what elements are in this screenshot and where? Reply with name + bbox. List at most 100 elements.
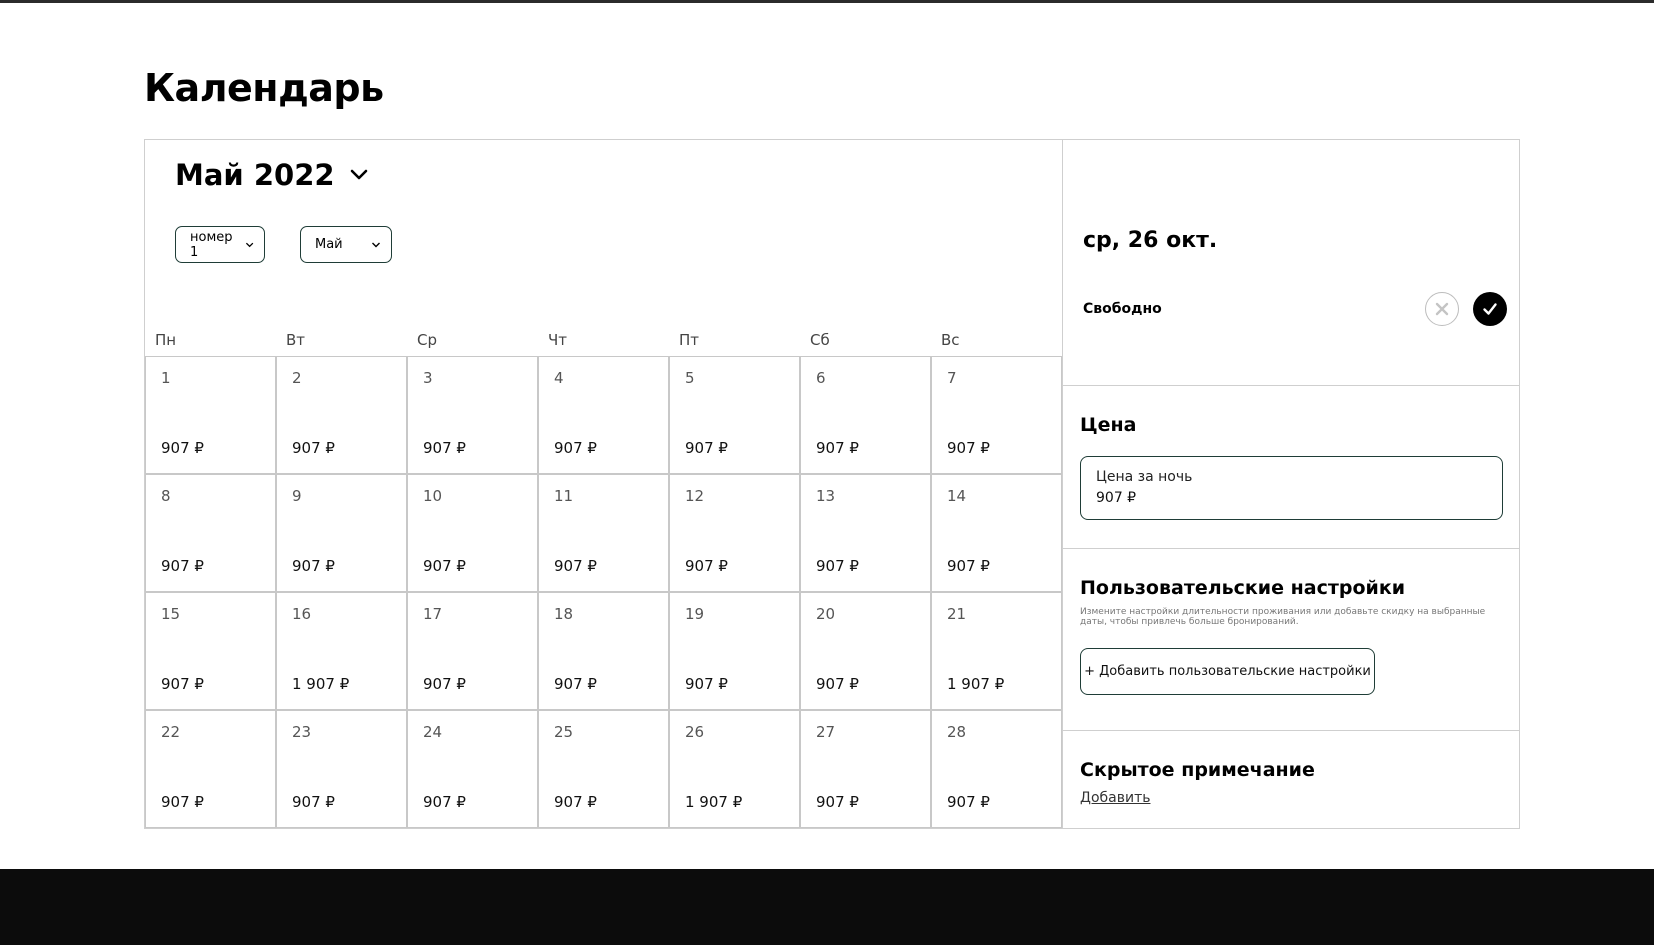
calendar-day-cell[interactable]: 7 907 ₽ xyxy=(931,356,1062,474)
day-price: 907 ₽ xyxy=(685,439,728,457)
day-price: 907 ₽ xyxy=(554,557,597,575)
calendar-day-cell[interactable]: 16 1 907 ₽ xyxy=(276,592,407,710)
add-custom-settings-button[interactable]: + Добавить пользовательские настройки xyxy=(1080,648,1375,695)
month-select-value: Май xyxy=(315,237,343,252)
calendar-day-cell[interactable]: 10 907 ₽ xyxy=(407,474,538,592)
custom-settings-section: Пользовательские настройки Измените наст… xyxy=(1063,549,1520,731)
selected-date: ср, 26 окт. xyxy=(1083,228,1218,253)
month-select[interactable]: Май xyxy=(300,226,392,263)
day-price: 907 ₽ xyxy=(816,793,859,811)
day-price: 907 ₽ xyxy=(685,675,728,693)
add-note-link[interactable]: Добавить xyxy=(1080,790,1150,806)
day-price: 907 ₽ xyxy=(161,793,204,811)
calendar-day-cell[interactable]: 5 907 ₽ xyxy=(669,356,800,474)
chevron-down-icon xyxy=(350,169,367,180)
close-icon xyxy=(1435,302,1449,316)
calendar-day-cell[interactable]: 23 907 ₽ xyxy=(276,710,407,828)
calendar-day-cell[interactable]: 27 907 ₽ xyxy=(800,710,931,828)
calendar-day-cell[interactable]: 21 1 907 ₽ xyxy=(931,592,1062,710)
mark-unavailable-button[interactable] xyxy=(1425,292,1459,326)
day-number: 8 xyxy=(161,487,171,505)
day-number: 10 xyxy=(423,487,443,505)
day-price: 907 ₽ xyxy=(554,793,597,811)
check-icon xyxy=(1483,303,1497,315)
hidden-note-section: Скрытое примечание Добавить xyxy=(1063,731,1520,828)
calendar-grid: 1 907 ₽ 2 907 ₽ 3 907 ₽ 4 907 ₽ 5 907 ₽ 6 907 ₽ 7 907… xyxy=(145,356,1062,828)
day-number: 21 xyxy=(947,605,967,623)
room-select[interactable]: номер 1 xyxy=(175,226,265,263)
calendar-day-cell[interactable]: 22 907 ₽ xyxy=(145,710,276,828)
day-number: 12 xyxy=(685,487,705,505)
weekday-label: Ср xyxy=(417,331,437,349)
day-number: 13 xyxy=(816,487,836,505)
day-price: 907 ₽ xyxy=(816,675,859,693)
calendar-day-cell[interactable]: 26 1 907 ₽ xyxy=(669,710,800,828)
weekday-label: Вт xyxy=(286,331,306,349)
calendar-day-cell[interactable]: 17 907 ₽ xyxy=(407,592,538,710)
room-select-value: номер 1 xyxy=(190,229,233,260)
calendar-day-cell[interactable]: 20 907 ₽ xyxy=(800,592,931,710)
day-number: 6 xyxy=(816,369,826,387)
calendar-day-cell[interactable]: 2 907 ₽ xyxy=(276,356,407,474)
calendar-day-cell[interactable]: 1 907 ₽ xyxy=(145,356,276,474)
calendar: Май 2022 номер 1 Май Пн Вт Ср Чт Пт Сб Вс 1 907… xyxy=(145,140,1062,828)
day-price: 907 ₽ xyxy=(816,557,859,575)
day-price: 907 ₽ xyxy=(292,793,335,811)
availability-section: ср, 26 окт. Свободно xyxy=(1063,140,1520,386)
month-picker[interactable]: Май 2022 xyxy=(175,158,369,192)
calendar-day-cell[interactable]: 12 907 ₽ xyxy=(669,474,800,592)
price-per-night-field[interactable]: Цена за ночь 907 ₽ xyxy=(1080,456,1503,520)
weekday-label: Пт xyxy=(679,331,700,349)
day-price: 907 ₽ xyxy=(161,557,204,575)
chevron-down-icon xyxy=(372,242,380,247)
price-field-value: 907 ₽ xyxy=(1096,490,1137,506)
weekday-header: Пн Вт Ср Чт Пт Сб Вс xyxy=(145,331,1062,351)
day-settings-panel: ср, 26 окт. Свободно Цена Цена за ночь 9… xyxy=(1062,140,1520,828)
day-price: 907 ₽ xyxy=(292,439,335,457)
day-price: 1 907 ₽ xyxy=(947,675,1005,693)
calendar-day-cell[interactable]: 25 907 ₽ xyxy=(538,710,669,828)
day-number: 7 xyxy=(947,369,957,387)
calendar-day-cell[interactable]: 14 907 ₽ xyxy=(931,474,1062,592)
day-number: 3 xyxy=(423,369,433,387)
calendar-day-cell[interactable]: 8 907 ₽ xyxy=(145,474,276,592)
day-number: 2 xyxy=(292,369,302,387)
day-price: 907 ₽ xyxy=(947,557,990,575)
price-section: Цена Цена за ночь 907 ₽ xyxy=(1063,386,1520,549)
calendar-panel: Май 2022 номер 1 Май Пн Вт Ср Чт Пт Сб Вс 1 907… xyxy=(144,139,1520,829)
day-number: 27 xyxy=(816,723,836,741)
calendar-day-cell[interactable]: 11 907 ₽ xyxy=(538,474,669,592)
day-number: 1 xyxy=(161,369,171,387)
day-price: 907 ₽ xyxy=(292,557,335,575)
day-price: 907 ₽ xyxy=(947,793,990,811)
calendar-day-cell[interactable]: 15 907 ₽ xyxy=(145,592,276,710)
calendar-day-cell[interactable]: 24 907 ₽ xyxy=(407,710,538,828)
month-title: Май 2022 xyxy=(175,158,335,192)
day-price: 907 ₽ xyxy=(161,675,204,693)
calendar-day-cell[interactable]: 4 907 ₽ xyxy=(538,356,669,474)
top-rule xyxy=(0,0,1654,3)
calendar-day-cell[interactable]: 13 907 ₽ xyxy=(800,474,931,592)
calendar-day-cell[interactable]: 28 907 ₽ xyxy=(931,710,1062,828)
price-section-title: Цена xyxy=(1080,414,1137,436)
calendar-day-cell[interactable]: 6 907 ₽ xyxy=(800,356,931,474)
day-number: 4 xyxy=(554,369,564,387)
calendar-day-cell[interactable]: 3 907 ₽ xyxy=(407,356,538,474)
day-number: 22 xyxy=(161,723,181,741)
day-number: 26 xyxy=(685,723,705,741)
day-price: 907 ₽ xyxy=(161,439,204,457)
day-price: 907 ₽ xyxy=(816,439,859,457)
weekday-label: Сб xyxy=(810,331,830,349)
weekday-label: Пн xyxy=(155,331,177,349)
footer-bar xyxy=(0,869,1654,945)
calendar-day-cell[interactable]: 9 907 ₽ xyxy=(276,474,407,592)
day-price: 907 ₽ xyxy=(685,557,728,575)
day-number: 17 xyxy=(423,605,443,623)
mark-available-button[interactable] xyxy=(1473,292,1507,326)
weekday-label: Вс xyxy=(941,331,960,349)
day-price: 907 ₽ xyxy=(423,793,466,811)
day-number: 11 xyxy=(554,487,574,505)
calendar-day-cell[interactable]: 18 907 ₽ xyxy=(538,592,669,710)
calendar-day-cell[interactable]: 19 907 ₽ xyxy=(669,592,800,710)
custom-settings-hint: Измените настройки длительности проживан… xyxy=(1080,607,1486,627)
